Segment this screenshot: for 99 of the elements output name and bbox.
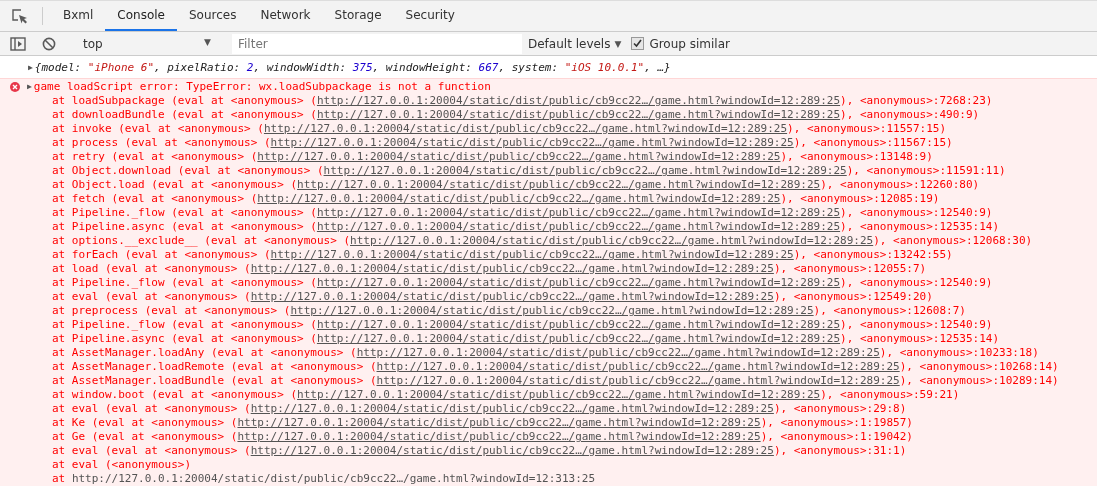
clear-console-icon[interactable] <box>42 36 56 51</box>
stack-frame-location: ), <anonymous>:12540:9) <box>840 318 993 332</box>
stack-frame-text: at invoke (eval at <anonymous> ( <box>52 122 264 136</box>
source-link[interactable]: http://127.0.0.1:20004/static/dist/public/cb9cc22…/game.html?windowId=12:289:25 <box>250 262 774 276</box>
error-icon <box>10 82 20 92</box>
stack-frame-location: ), <anonymous>:12535:14) <box>840 220 1000 234</box>
panel-tab[interactable]: Sources <box>177 1 249 31</box>
filter-field[interactable]: Filter <box>232 33 522 54</box>
stack-frame-location: ), <anonymous>:12549:20) <box>773 290 933 304</box>
stack-frame-location: ), <anonymous>:13242:55) <box>793 248 953 262</box>
stack-frame-location: ), <anonymous>:1:19857) <box>760 416 913 430</box>
source-link[interactable]: http://127.0.0.1:20004/static/dist/public/cb9cc22…/game.html?windowId=12:289:25 <box>323 164 847 178</box>
stack-frame-location: ), <anonymous>:11567:15) <box>793 136 953 150</box>
stack-frame-text: at Object.download (eval at <anonymous> ( <box>52 164 324 178</box>
sidebar-toggle-icon[interactable] <box>10 36 26 51</box>
source-link[interactable]: http://127.0.0.1:20004/static/dist/public/cb9cc22…/game.html?windowId=12:289:25 <box>297 388 821 402</box>
stack-frame-location: ), <anonymous>:11591:11) <box>846 164 1006 178</box>
source-link[interactable]: http://127.0.0.1:20004/static/dist/public/cb9cc22…/game.html?windowId=12:289:25 <box>316 220 841 234</box>
source-link[interactable]: http://127.0.0.1:20004/static/dist/public/cb9cc22…/game.html?windowId=12:289:25 <box>316 318 841 332</box>
stack-frame-text: at <box>52 472 67 486</box>
stack-frame-text: at window.boot (eval at <anonymous> ( <box>52 388 298 402</box>
stack-frame-location: ), <anonymous>:1:19042) <box>760 430 913 444</box>
stack-frame-location: ), <anonymous>:7268:23) <box>840 94 993 108</box>
source-link[interactable]: http://127.0.0.1:20004/static/dist/public/cb9cc22…/game.html?windowId=12:289:25 <box>316 94 841 108</box>
source-link[interactable]: http://127.0.0.1:20004/static/dist/public/cb9cc22…/game.html?windowId=12:289:25 <box>237 416 761 430</box>
stack-frame-text: at eval (eval at <anonymous> ( <box>52 290 251 304</box>
log-object: {model: "iPhone 6", pixelRatio: 2, windowWidth: 375, windowHeight: 667, system: "iOS 10.0.1", …} <box>34 61 671 75</box>
panel-tab[interactable]: Bxml <box>51 1 106 31</box>
stack-frame-text: at Object.load (eval at <anonymous> ( <box>52 178 298 192</box>
source-link[interactable]: http://127.0.0.1:20004/static/dist/public/cb9cc22…/game.html?windowId=12:289:25 <box>356 346 880 360</box>
source-link[interactable]: http://127.0.0.1:20004/static/dist/public/cb9cc22…/game.html?windowId=12:289:25 <box>237 430 761 444</box>
stack-frame-text: at loadSubpackage (eval at <anonymous> ( <box>52 94 317 108</box>
expand-arrow[interactable]: ▶ <box>27 80 32 94</box>
source-link[interactable]: http://127.0.0.1:20004/static/dist/public/cb9cc22…/game.html?windowId=12:289:25 <box>297 178 821 192</box>
stack-frame-location: ), <anonymous>:11557:15) <box>787 122 947 136</box>
stack-frame-url: http://127.0.0.1:20004/static/dist/public/cb9cc22…/game.html?windowId=12:313:25 <box>71 472 596 486</box>
stack-frame-text: at Pipeline.async (eval at <anonymous> ( <box>52 332 317 346</box>
source-link[interactable]: http://127.0.0.1:20004/static/dist/public/cb9cc22…/game.html?windowId=12:289:25 <box>270 248 794 262</box>
source-link[interactable]: http://127.0.0.1:20004/static/dist/public/cb9cc22…/game.html?windowId=12:289:25 <box>257 192 781 206</box>
panel-tab[interactable]: Network <box>248 1 323 31</box>
stack-frame-text: at Pipeline._flow (eval at <anonymous> ( <box>52 276 317 290</box>
stack-frame-location: ), <anonymous>:13148:9) <box>780 150 933 164</box>
stack-frame-text: at retry (eval at <anonymous> ( <box>52 150 258 164</box>
stack-frame-location: ), <anonymous>:29:8) <box>773 402 907 416</box>
source-link[interactable]: http://127.0.0.1:20004/static/dist/public/cb9cc22…/game.html?windowId=12:289:25 <box>263 122 788 136</box>
stack-frame-text: at AssetManager.loadRemote (eval at <anonymous> ( <box>52 360 377 374</box>
context-selector[interactable]: top ▼ <box>79 36 215 51</box>
stack-frame-text: at load (eval at <anonymous> ( <box>52 262 251 276</box>
stack-frame-text: at Ke (eval at <anonymous> ( <box>52 416 238 430</box>
stack-frame-location: ), <anonymous>:10289:14) <box>899 374 1059 388</box>
source-link[interactable]: http://127.0.0.1:20004/static/dist/public/cb9cc22…/game.html?windowId=12:289:25 <box>290 304 814 318</box>
stack-frame-text: at eval (<anonymous>) <box>52 458 192 472</box>
stack-frame-location: ), <anonymous>:12540:9) <box>840 206 993 220</box>
stack-frame-text: at Pipeline._flow (eval at <anonymous> ( <box>52 318 317 332</box>
stack-frame-location: ), <anonymous>:12068:30) <box>873 234 1033 248</box>
stack-frame-text: at eval (eval at <anonymous> ( <box>52 402 251 416</box>
panel-tab[interactable]: Storage <box>322 1 394 31</box>
log-levels-dropdown[interactable]: Default levels ▼ <box>528 36 622 51</box>
stack-frame-location: ), <anonymous>:12535:14) <box>840 332 1000 346</box>
stack-frame-location: ), <anonymous>:59:21) <box>820 388 960 402</box>
source-link[interactable]: http://127.0.0.1:20004/static/dist/public/cb9cc22…/game.html?windowId=12:289:25 <box>316 276 841 290</box>
source-link[interactable]: http://127.0.0.1:20004/static/dist/public/cb9cc22…/game.html?windowId=12:289:25 <box>350 234 874 248</box>
stack-frame-text: at Pipeline.async (eval at <anonymous> ( <box>52 220 317 234</box>
source-link[interactable]: http://127.0.0.1:20004/static/dist/public/cb9cc22…/game.html?windowId=12:289:25 <box>257 150 781 164</box>
group-similar-checkbox[interactable] <box>631 37 645 50</box>
stack-frame-text: at fetch (eval at <anonymous> ( <box>52 192 258 206</box>
stack-frame-text: at AssetManager.loadAny (eval at <anonymous> ( <box>52 346 357 360</box>
source-link[interactable]: http://127.0.0.1:20004/static/dist/public/cb9cc22…/game.html?windowId=12:289:25 <box>250 444 774 458</box>
stack-frame-location: ), <anonymous>:12260:80) <box>820 178 980 192</box>
stack-frame-location: ), <anonymous>:10268:14) <box>899 360 1059 374</box>
source-link[interactable]: http://127.0.0.1:20004/static/dist/public/cb9cc22…/game.html?windowId=12:289:25 <box>270 136 794 150</box>
stack-frame-text: at preprocess (eval at <anonymous> ( <box>52 304 291 318</box>
stack-frame-text: at process (eval at <anonymous> ( <box>52 136 271 150</box>
stack-frame-text: at forEach (eval at <anonymous> ( <box>52 248 271 262</box>
stack-frame-location: ), <anonymous>:12540:9) <box>840 276 993 290</box>
source-link[interactable]: http://127.0.0.1:20004/static/dist/public/cb9cc22…/game.html?windowId=12:289:25 <box>316 332 841 346</box>
stack-frame-text: at eval (eval at <anonymous> ( <box>52 444 251 458</box>
source-link[interactable]: http://127.0.0.1:20004/static/dist/public/cb9cc22…/game.html?windowId=12:289:25 <box>376 360 900 374</box>
source-link[interactable]: http://127.0.0.1:20004/static/dist/public/cb9cc22…/game.html?windowId=12:289:25 <box>250 290 774 304</box>
group-similar-label: Group similar <box>649 36 730 51</box>
stack-frame-text: at options.__exclude__ (eval at <anonymous> ( <box>52 234 350 248</box>
inspect-element-icon[interactable] <box>12 9 28 25</box>
stack-frame-location: ), <anonymous>:12608:7) <box>813 304 966 318</box>
stack-frame-text: at Pipeline._flow (eval at <anonymous> ( <box>52 206 317 220</box>
stack-frame-text: at downloadBundle (eval at <anonymous> ( <box>52 108 317 122</box>
source-link[interactable]: http://127.0.0.1:20004/static/dist/public/cb9cc22…/game.html?windowId=12:289:25 <box>376 374 900 388</box>
stack-frame-location: ), <anonymous>:12055:7) <box>773 262 927 276</box>
stack-frame-location: ), <anonymous>:12085:19) <box>780 192 940 206</box>
stack-frame-location: ), <anonymous>:31:1) <box>773 444 907 458</box>
error-message: game loadScript error: TypeError: wx.loadSubpackage is not a function <box>33 80 491 94</box>
stack-frame-location: ), <anonymous>:490:9) <box>840 108 980 122</box>
stack-frame-location: ), <anonymous>:10233:18) <box>879 346 1039 360</box>
expand-arrow[interactable]: ▶ <box>28 61 33 75</box>
source-link[interactable]: http://127.0.0.1:20004/static/dist/public/cb9cc22…/game.html?windowId=12:289:25 <box>316 108 841 122</box>
source-link[interactable]: http://127.0.0.1:20004/static/dist/public/cb9cc22…/game.html?windowId=12:289:25 <box>250 402 774 416</box>
source-link[interactable]: http://127.0.0.1:20004/static/dist/public/cb9cc22…/game.html?windowId=12:289:25 <box>316 206 841 220</box>
stack-frame-text: at Ge (eval at <anonymous> ( <box>52 430 238 444</box>
panel-tab[interactable]: Security <box>393 1 467 31</box>
stack-frame-text: at AssetManager.loadBundle (eval at <anonymous> ( <box>52 374 377 388</box>
